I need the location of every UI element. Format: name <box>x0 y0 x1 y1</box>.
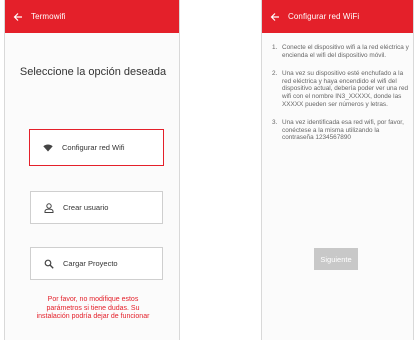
warning-line: instalación podría dejar de funcionar <box>36 313 150 320</box>
wifi-icon <box>42 142 54 154</box>
list-item: 2. Una vez su dispositivo esté enchufado… <box>272 70 412 108</box>
app-bar: Configurar red WiFi <box>262 0 413 33</box>
create-user-button[interactable]: Crear usuario <box>30 191 163 224</box>
step-text: Conecte el dispositivo wifi a la red elé… <box>282 44 409 59</box>
step-number: 1. <box>272 44 278 51</box>
configure-wifi-label: Configurar red Wifi <box>62 143 125 152</box>
create-user-label: Crear usuario <box>63 203 109 212</box>
app-bar: Termowifi <box>5 0 179 33</box>
menu-screen: Termowifi Seleccione la opción deseada C… <box>4 0 180 340</box>
page-title: Seleccione la opción deseada <box>19 66 167 78</box>
app-title: Configurar red WiFi <box>288 12 360 21</box>
step-number: 3. <box>272 119 278 127</box>
search-icon <box>43 258 55 270</box>
app-title: Termowifi <box>31 12 66 21</box>
list-item: 1. Conecte el dispositivo wifi a la red … <box>272 44 412 59</box>
warning-line: parámetros si tiene dudas. Su <box>46 304 140 312</box>
instruction-list: 1. Conecte el dispositivo wifi a la red … <box>272 44 412 153</box>
user-icon <box>43 202 55 214</box>
step-text: Una vez identificada esa red wifi, por f… <box>282 119 404 142</box>
next-button[interactable]: Siguiente <box>314 248 358 270</box>
load-project-label: Cargar Proyecto <box>63 259 118 268</box>
list-item: 3. Una vez identificada esa red wifi, po… <box>272 119 412 142</box>
step-number: 2. <box>272 70 278 78</box>
warning-line: Por favor, no modifique estos <box>47 296 139 303</box>
arrow-left-icon[interactable] <box>11 10 25 24</box>
wifi-setup-screen: Configurar red WiFi 1. Conecte el dispos… <box>261 0 414 340</box>
load-project-button[interactable]: Cargar Proyecto <box>30 247 163 280</box>
step-text: Una vez su dispositivo esté enchufado a … <box>282 70 409 108</box>
configure-wifi-button[interactable]: Configurar red Wifi <box>29 129 164 166</box>
arrow-left-icon[interactable] <box>268 10 282 24</box>
warning-message: Por favor, no modifique estos parámetros… <box>5 296 179 322</box>
